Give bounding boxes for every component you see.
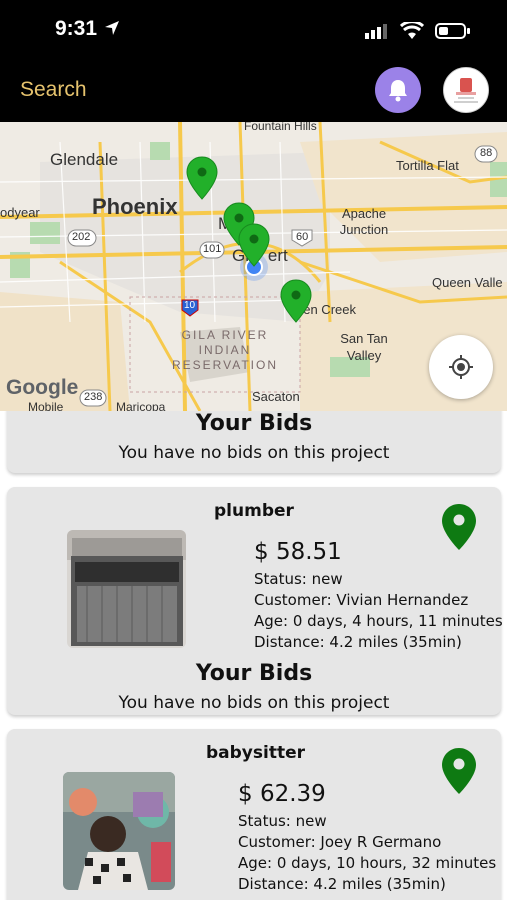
job-customer: Customer: Joey R Germano — [238, 833, 442, 851]
job-list[interactable]: Your Bids You have no bids on this proje… — [0, 411, 507, 900]
job-price: $ 62.39 — [238, 781, 326, 807]
google-logo: Google — [6, 376, 79, 399]
map-label-fountain-hills: Fountain Hills — [244, 122, 317, 133]
bids-subtitle: You have no bids on this project — [118, 443, 390, 463]
wifi-icon — [399, 19, 424, 39]
my-location-button[interactable] — [429, 335, 493, 399]
bids-title: Your Bids — [195, 411, 313, 436]
status-time: 9:31 — [55, 17, 98, 40]
map-label-queen-valley: Queen Valle — [432, 275, 503, 290]
map-pin-icon[interactable] — [186, 156, 218, 200]
map-label-shield-238: 238 — [84, 391, 103, 403]
job-title: plumber — [214, 501, 294, 521]
appliance-photo — [67, 530, 186, 648]
location-arrow-icon — [105, 21, 119, 35]
map-label-shield-10: 10 — [184, 300, 196, 311]
location-pin-icon[interactable] — [441, 503, 477, 551]
map-label-sacaton: Sacaton — [252, 389, 300, 404]
bids-title: Your Bids — [195, 661, 313, 686]
job-card[interactable]: plumber $ 58.51 Status: new Customer: Vi… — [7, 487, 503, 715]
notifications-button[interactable] — [375, 67, 421, 113]
map-label-shield-101: 101 — [203, 243, 222, 255]
job-age: Age: 0 days, 10 hours, 32 minutes — [238, 854, 497, 872]
map-label-goodyear: odyear — [0, 205, 40, 220]
location-pin-icon[interactable] — [441, 747, 477, 795]
crosshair-icon — [449, 355, 473, 379]
bell-icon — [389, 80, 407, 102]
map-label-gila-river: GILA RIVER INDIAN RESERVATION — [171, 328, 279, 372]
job-status: Status: new — [238, 812, 327, 830]
map-pin-icon[interactable] — [238, 223, 270, 267]
map-label-shield-88: 88 — [480, 147, 493, 159]
status-bar: 9:31 — [0, 0, 507, 58]
job-distance: Distance: 4.2 miles (35min) — [238, 875, 446, 893]
map-label-shield-60: 60 — [296, 231, 309, 243]
map-label-glendale: Glendale — [50, 150, 119, 169]
job-distance: Distance: 4.2 miles (35min) — [254, 633, 462, 651]
job-status: Status: new — [254, 570, 343, 588]
bids-card: Your Bids You have no bids on this proje… — [7, 411, 501, 473]
job-card[interactable]: babysitter $ 62.39 Status: new Customer:… — [7, 729, 501, 900]
job-price: $ 58.51 — [254, 539, 342, 565]
status-indicators — [364, 19, 471, 40]
job-photo — [67, 530, 186, 648]
bids-subtitle: You have no bids on this project — [118, 693, 390, 713]
job-title: babysitter — [206, 743, 306, 763]
search-link[interactable]: Search — [20, 78, 87, 102]
map-label-phoenix: Phoenix — [92, 194, 178, 219]
job-photo — [63, 772, 175, 890]
map-pin-icon[interactable] — [280, 279, 312, 323]
signal-icon — [364, 23, 387, 39]
profile-avatar[interactable] — [443, 67, 489, 113]
avatar-image — [444, 68, 488, 112]
job-customer: Customer: Vivian Hernandez — [254, 591, 469, 609]
map-label-shield-202: 202 — [72, 231, 91, 243]
map-label-apache-junction: Apache Junction — [339, 206, 389, 237]
child-photo — [63, 772, 175, 890]
map-label-maricopa: Maricopa — [116, 400, 166, 411]
map-label-mobile: Mobile — [28, 400, 64, 411]
map-label-tortilla-flat: Tortilla Flat — [396, 158, 459, 173]
battery-icon — [435, 22, 470, 39]
job-age: Age: 0 days, 4 hours, 11 minutes — [254, 612, 503, 630]
map-label-san-tan-valley: San Tan Valley — [340, 331, 388, 363]
